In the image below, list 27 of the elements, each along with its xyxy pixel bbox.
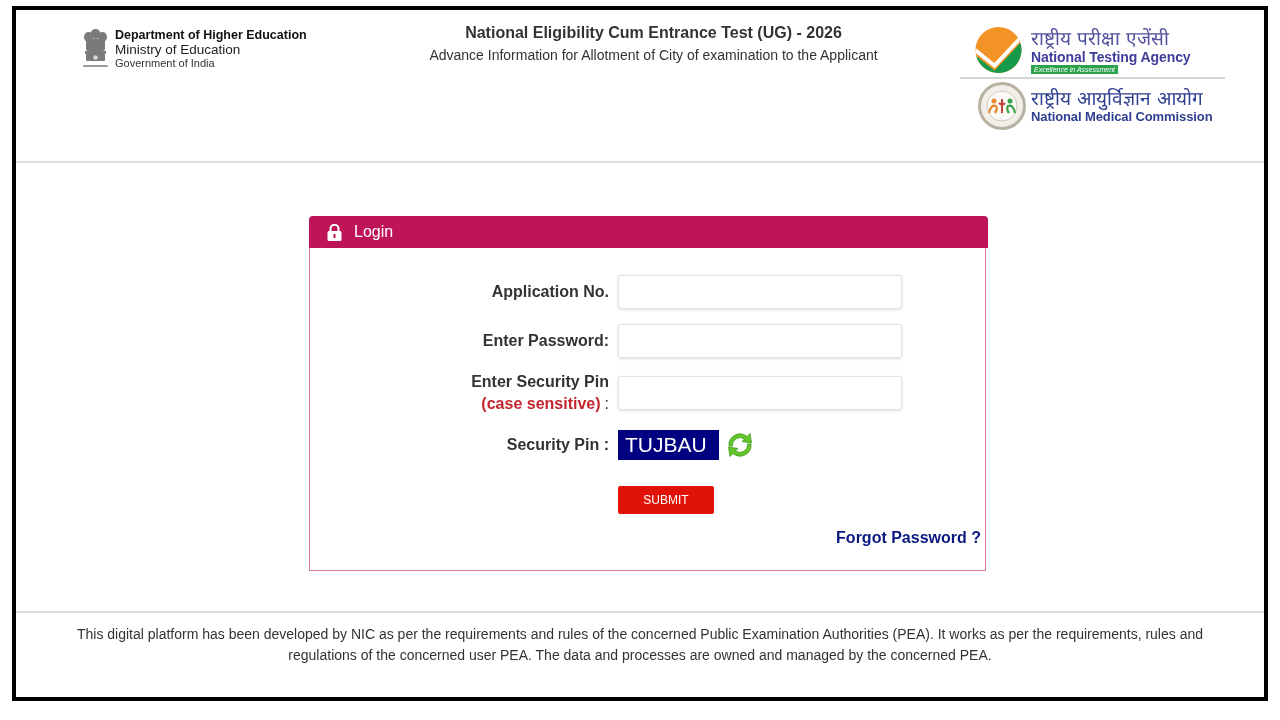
government-name: Government of India: [115, 57, 216, 70]
agency-name: National Testing Agency: [1031, 48, 1191, 65]
field-label: Security Pin :: [506, 435, 609, 455]
department-name: Department of Higher Education: [115, 28, 307, 43]
input-field[interactable]: [618, 275, 902, 309]
agency-name-hindi: राष्ट्रीय परीक्षा एजेंसी: [1031, 26, 1170, 49]
page-title: National Eligibility Cum Entrance Test (UG) - 2026: [465, 23, 842, 42]
agency-name: National Medical Commission: [1031, 109, 1213, 125]
input-field[interactable]: [618, 376, 902, 410]
field-label: Enter Password:: [482, 331, 609, 351]
national-emblem-icon: [82, 28, 109, 69]
submit-button[interactable]: SUBMIT: [618, 486, 714, 514]
field-label: Enter Security Pin: [471, 372, 609, 392]
page-subtitle: Advance Information for Allotment of City of examination to the Applicant: [429, 46, 878, 64]
forgot-password-link[interactable]: Forgot Password ?: [836, 528, 981, 548]
lock-icon: [327, 223, 342, 241]
case-sensitive-note: (case sensitive): [481, 394, 601, 414]
label-colon: :: [604, 394, 609, 414]
checkmark-circle-logo: [975, 26, 1022, 74]
login-title: Login: [354, 222, 394, 242]
captcha-image: TUJBAU: [618, 430, 719, 460]
field-label: Application No.: [491, 282, 609, 302]
input-field[interactable]: [618, 324, 902, 358]
disclaimer-text: This digital platform has been developed by NIC as per the requirements and rules of the concerned Public Examination Authorities (PEA). It works as per the requirements, rules and regulations of the concerned user PEA. The data and processes are owned and managed by the concerned PEA.: [76, 625, 1204, 665]
agency-name-hindi: राष्ट्रीय आयुर्विज्ञान आयोग: [1031, 87, 1204, 109]
circular-seal-logo: [978, 82, 1026, 130]
ministry-name: Ministry of Education: [115, 43, 242, 57]
